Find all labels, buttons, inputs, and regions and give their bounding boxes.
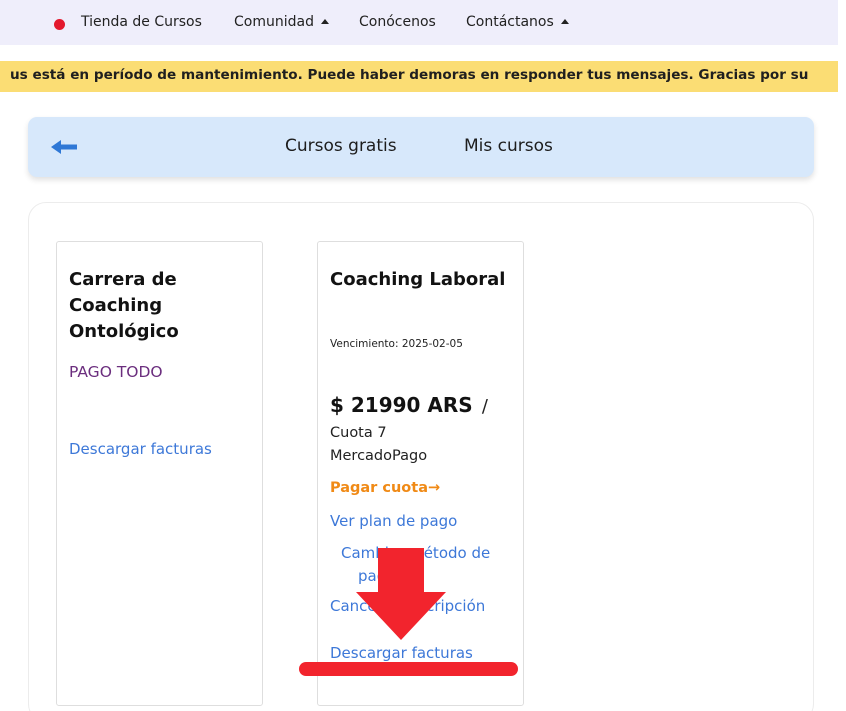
price-amount: $ 21990 ARS [330,393,473,417]
download-invoices-link[interactable]: Descargar facturas [69,440,212,458]
nav-contact-menu[interactable]: Contáctanos [466,14,569,30]
tab-free-courses[interactable]: Cursos gratis [285,136,397,156]
nav-community-menu[interactable]: Comunidad [234,14,329,30]
view-payment-plan-link[interactable]: Ver plan de pago [330,512,457,530]
nav-store-link[interactable]: Tienda de Cursos [81,14,202,30]
back-arrow-icon[interactable] [51,138,81,156]
maintenance-banner: us está en período de mantenimiento. Pue… [0,61,838,92]
tab-my-courses[interactable]: Mis cursos [464,136,553,156]
red-underline-highlight [299,662,518,676]
caret-up-icon [560,19,569,24]
course-title: Coaching Laboral [330,269,506,290]
expiry-date: Vencimiento: 2025-02-05 [330,338,463,350]
caret-up-icon [320,19,329,24]
download-invoices-link[interactable]: Descargar facturas [330,644,473,662]
red-down-arrow-icon [356,548,446,640]
maintenance-banner-text: us está en período de mantenimiento. Pue… [10,67,809,83]
course-tabs-bar: Cursos gratis Mis cursos [28,117,814,177]
nav-about-link[interactable]: Conócenos [359,14,436,30]
payment-provider: MercadoPago [330,448,428,464]
course-card: Carrera de Coaching Ontológico PAGO TODO… [56,241,263,706]
payment-status-label: PAGO TODO [69,363,163,381]
price-separator: / [481,396,488,417]
installment-number: Cuota 7 [330,425,387,441]
pay-installment-link[interactable]: Pagar cuota→ [330,480,440,496]
top-navigation: Tienda de Cursos Comunidad Conócenos Con… [0,0,838,45]
price-line: $ 21990 ARS / [330,393,488,417]
nav-contact-label: Contáctanos [466,14,554,30]
course-title: Carrera de Coaching Ontológico [69,269,179,342]
nav-community-label: Comunidad [234,14,314,30]
status-dot-icon [54,19,65,30]
